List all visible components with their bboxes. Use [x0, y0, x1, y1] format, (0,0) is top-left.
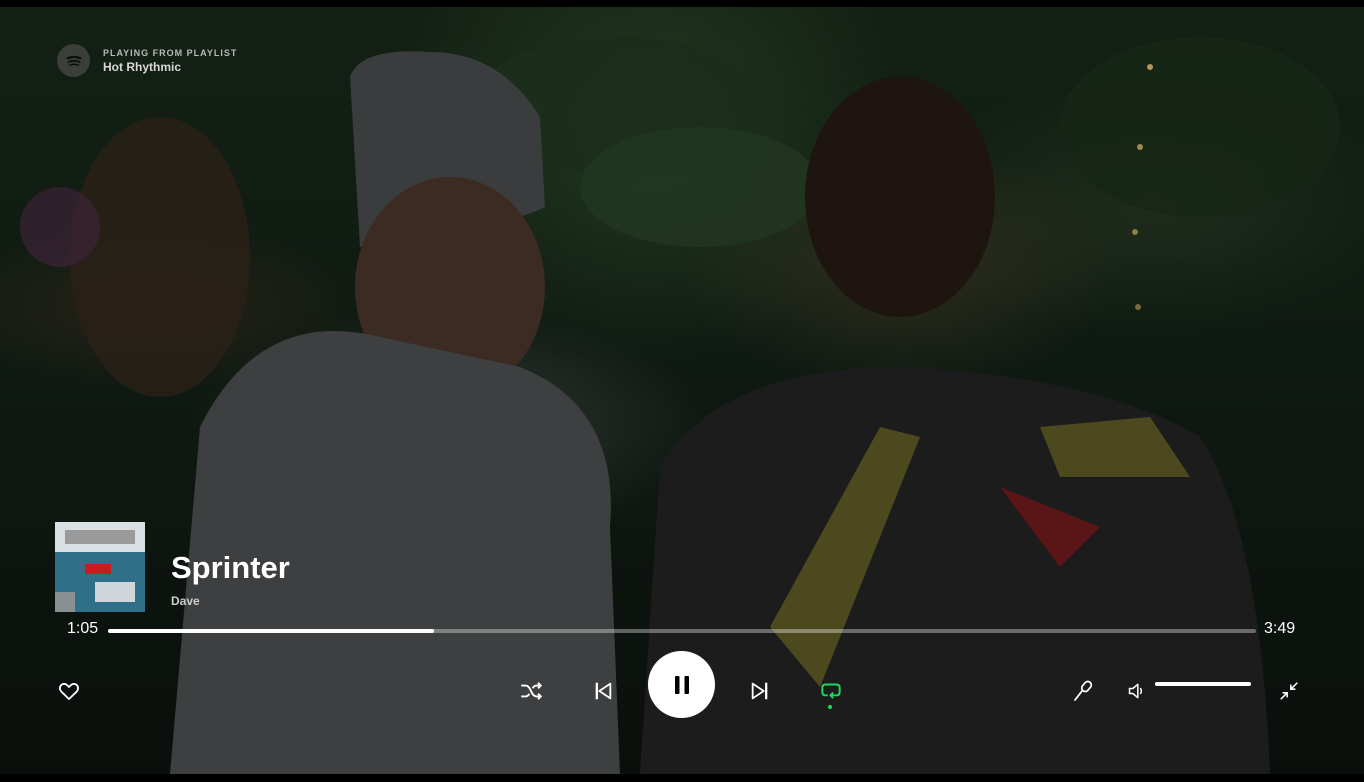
pause-icon: [674, 675, 689, 694]
skip-forward-icon: [751, 682, 768, 700]
now-playing-info: Sprinter Dave: [55, 522, 290, 612]
bottom-border: [0, 774, 1364, 782]
exit-fullscreen-button[interactable]: [1275, 677, 1303, 705]
play-pause-button[interactable]: [648, 651, 715, 718]
track-artist[interactable]: Dave: [171, 594, 290, 608]
repeat-button[interactable]: [817, 677, 845, 705]
heart-icon: [58, 682, 80, 700]
repeat-icon: [821, 683, 841, 699]
minimize-icon: [1280, 682, 1298, 700]
elapsed-time: 1:05: [67, 620, 99, 637]
shuffle-button[interactable]: [517, 677, 545, 705]
skip-back-icon: [595, 682, 612, 700]
lyrics-button[interactable]: [1069, 677, 1097, 705]
shuffle-icon: [521, 682, 543, 700]
playing-context: PLAYING FROM PLAYLIST Hot Rhythmic: [57, 44, 237, 77]
volume-button[interactable]: [1125, 678, 1149, 704]
context-label: PLAYING FROM PLAYLIST: [103, 47, 238, 58]
progress-bar[interactable]: [108, 629, 1256, 633]
volume-icon: [1128, 683, 1143, 699]
total-duration: 3:49: [1264, 620, 1296, 637]
next-button[interactable]: [746, 677, 774, 705]
playlist-name-link[interactable]: Hot Rhythmic: [103, 60, 237, 74]
volume-slider[interactable]: [1155, 682, 1251, 686]
spotify-logo-icon[interactable]: [57, 44, 90, 77]
track-title[interactable]: Sprinter: [171, 550, 290, 586]
album-cover[interactable]: [55, 522, 145, 612]
progress-fill: [108, 629, 435, 633]
repeat-active-indicator: [828, 705, 832, 709]
like-button[interactable]: [55, 677, 83, 705]
microphone-icon: [1074, 680, 1093, 701]
previous-button[interactable]: [589, 677, 617, 705]
volume-fill: [1155, 682, 1251, 686]
